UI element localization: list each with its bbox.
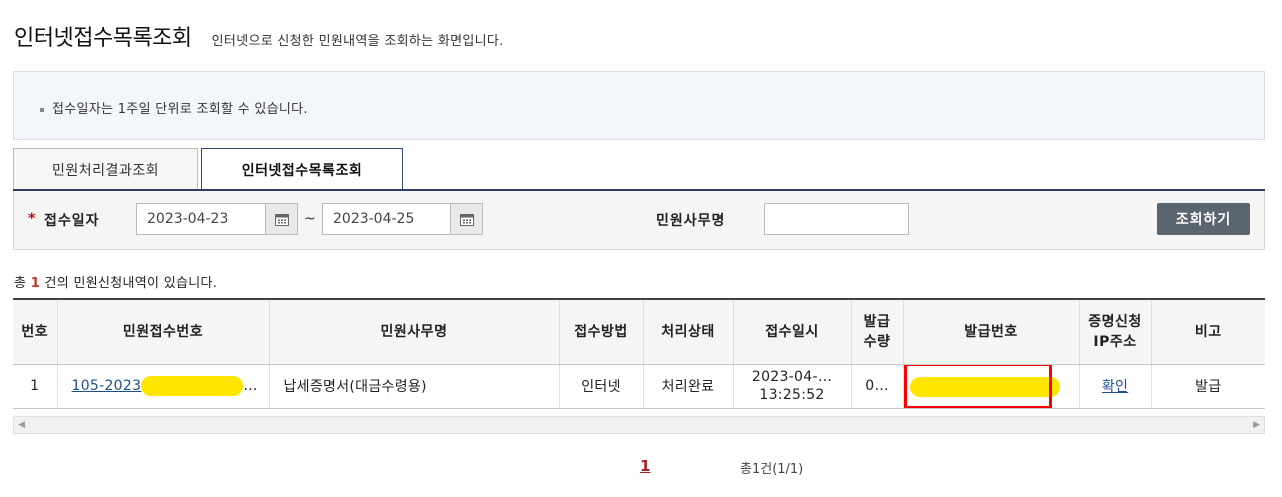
page-header: 인터넷접수목록조회 인터넷으로 신청한 민원내역을 조회하는 화면입니다. (14, 20, 504, 52)
receipt-ellipsis: … (243, 378, 258, 394)
table-row: 1 105-2023 … 납세증명서(대금수령용) 인터넷 처리완료 2023-0… (13, 364, 1265, 409)
calendar-icon[interactable] (265, 203, 298, 235)
cell-qty: 0… (851, 364, 904, 409)
col-header-method: 접수방법 (559, 298, 644, 365)
tab-internet-receipt-list[interactable]: 인터넷접수목록조회 (201, 148, 403, 191)
col-header-ip: 증명신청 IP주소 (1079, 298, 1152, 365)
receipt-no-link[interactable]: 105-2023 (72, 378, 142, 394)
page-title: 인터넷접수목록조회 (14, 26, 192, 51)
cell-office: 납세증명서(대금수령용) (269, 364, 560, 409)
range-separator: ~ (304, 211, 316, 227)
col-header-office: 민원사무명 (269, 298, 560, 365)
cell-date: 2023-04-… 13:25:52 (733, 364, 852, 409)
bullet-icon (40, 107, 44, 112)
date-label: 접수일자 (44, 213, 100, 229)
office-name-input[interactable] (764, 203, 909, 235)
col-header-issue-no: 발급번호 (903, 298, 1080, 365)
horizontal-scrollbar[interactable]: ◀ ▶ (13, 416, 1265, 434)
col-header-receipt-no: 민원접수번호 (57, 298, 270, 365)
date-from-input[interactable]: 2023-04-23 (136, 203, 266, 235)
scroll-left-icon[interactable]: ◀ (18, 420, 25, 430)
cell-date-day: 2023-04-… (751, 369, 833, 385)
col-header-date: 접수일시 (733, 298, 852, 365)
redaction-mark (141, 376, 244, 396)
cell-method: 인터넷 (559, 364, 644, 409)
cell-receipt-no: 105-2023 … (57, 364, 270, 409)
col-header-status: 처리상태 (643, 298, 734, 365)
result-count: 1 (30, 276, 41, 291)
annotation-box (903, 364, 1052, 407)
notice-text: 접수일자는 1주일 단위로 조회할 수 있습니다. (40, 98, 308, 117)
col-header-qty: 발급 수량 (851, 298, 904, 365)
cell-status: 처리완료 (643, 364, 734, 409)
scroll-right-icon[interactable]: ▶ (1253, 420, 1260, 430)
cell-ip: 확인 (1079, 364, 1152, 409)
search-panel: * 접수일자 2023-04-23 ~ 2023-04-25 민원사무명 조회하… (13, 191, 1265, 250)
office-label: 민원사무명 (656, 213, 726, 229)
page-description: 인터넷으로 신청한 민원내역을 조회하는 화면입니다. (211, 34, 504, 49)
receipt-table: 번호 민원접수번호 민원사무명 접수방법 처리상태 접수일시 발급 수량 발급번… (13, 298, 1265, 409)
col-header-no: 번호 (13, 298, 58, 365)
date-to-input[interactable]: 2023-04-25 (322, 203, 452, 235)
tab-bar: 민원처리결과조회 인터넷접수목록조회 (13, 148, 406, 191)
required-mark: * (28, 211, 36, 227)
search-button[interactable]: 조회하기 (1157, 203, 1250, 235)
calendar-icon[interactable] (450, 203, 483, 235)
notice-box: 접수일자는 1주일 단위로 조회할 수 있습니다. (13, 71, 1265, 140)
notice-message: 접수일자는 1주일 단위로 조회할 수 있습니다. (52, 102, 308, 117)
cell-date-time: 13:25:52 (759, 387, 825, 403)
col-header-note: 비고 (1151, 298, 1265, 365)
cell-no: 1 (13, 364, 58, 409)
table-header-row: 번호 민원접수번호 민원사무명 접수방법 처리상태 접수일시 발급 수량 발급번… (13, 298, 1265, 365)
result-summary: 총 1 건의 민원신청내역이 있습니다. (14, 276, 218, 291)
ip-confirm-link[interactable]: 확인 (1102, 379, 1128, 395)
cell-note: 발급 (1151, 364, 1265, 409)
tab-result-inquiry[interactable]: 민원처리결과조회 (13, 148, 198, 190)
pagination-info: 총1건(1/1) (740, 462, 804, 477)
cell-issue-no (903, 364, 1080, 409)
page-link-current[interactable]: 1 (640, 457, 650, 475)
